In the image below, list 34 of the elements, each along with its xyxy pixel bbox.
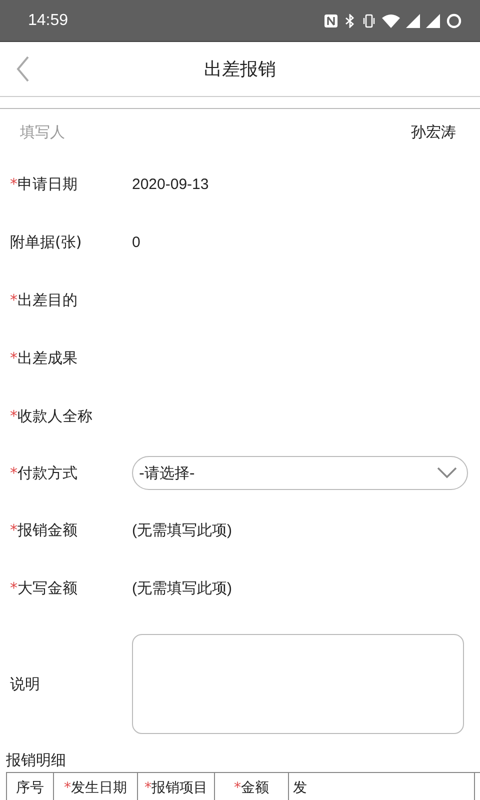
field-label: 附单据(张): [10, 232, 83, 252]
field-value: 孙宏涛: [411, 122, 456, 142]
status-time: 14:59: [28, 12, 68, 30]
table-header-cell: 发: [289, 773, 475, 800]
battery-icon: [446, 12, 462, 28]
select-field[interactable]: -请选择-: [132, 456, 468, 490]
table-header-cell: 序号: [7, 773, 54, 800]
field-label: *申请日期: [10, 174, 78, 194]
field-value[interactable]: (无需填写此项): [132, 520, 232, 540]
field-label: 说明: [10, 674, 41, 694]
field-label: *大写金额: [10, 578, 78, 598]
field-value[interactable]: (无需填写此项): [132, 578, 232, 598]
field-label: *出差成果: [10, 348, 78, 368]
nfc-icon: [324, 14, 338, 28]
field-value[interactable]: 0: [132, 234, 140, 250]
field-value[interactable]: 2020-09-13: [132, 176, 209, 192]
bluetooth-icon: [344, 14, 356, 28]
text-area[interactable]: [132, 634, 464, 734]
field-label: 填写人: [20, 122, 65, 142]
back-icon[interactable]: [16, 55, 30, 83]
section-title: 报销明细: [5, 751, 67, 770]
table-header-cell: *发生日期: [54, 773, 138, 800]
field-label: *报销金额: [10, 520, 78, 540]
table-header-cell: *报销项目: [138, 773, 215, 800]
table-header-cell: *金额: [215, 773, 289, 800]
signal-icon: [426, 14, 440, 28]
page-title: 出差报销: [204, 58, 276, 81]
field-label: *出差目的: [10, 290, 78, 310]
signal-icon: [406, 14, 420, 28]
chevron-down-icon: [437, 467, 457, 479]
vibrate-icon: [362, 14, 376, 28]
wifi-icon: [382, 14, 400, 28]
field-label: *收款人全称: [10, 406, 94, 426]
field-label: *付款方式: [10, 464, 78, 482]
